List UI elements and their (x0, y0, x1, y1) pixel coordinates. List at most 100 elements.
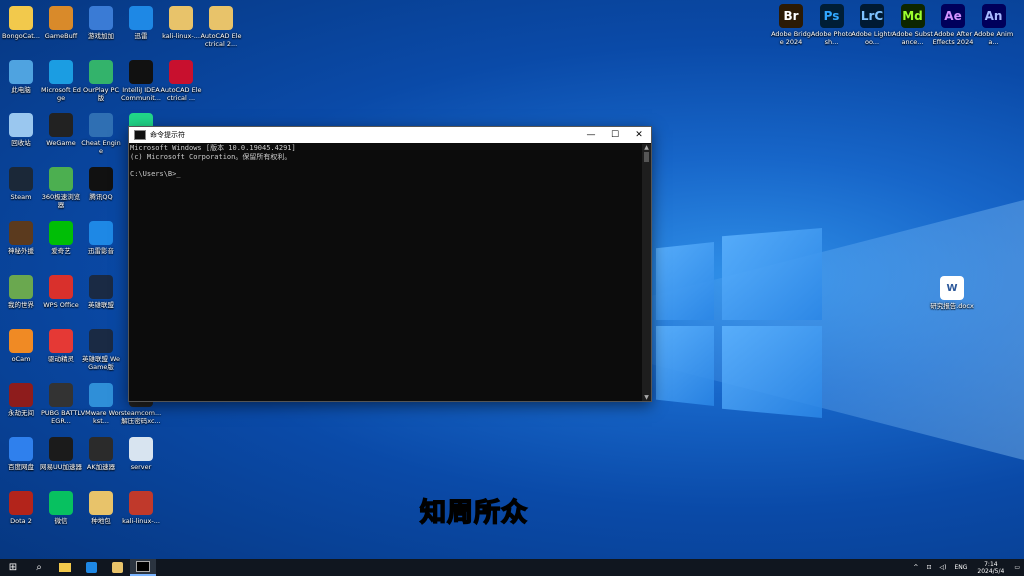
desktop-icon[interactable]: oCam (0, 329, 42, 363)
desktop-icon-label: 迅雷影音 (88, 247, 114, 255)
desktop-icon[interactable]: Microsoft Edge (40, 60, 82, 102)
steam-icon (9, 167, 33, 191)
desktop-icon[interactable]: kali-linux-... (160, 6, 202, 40)
command-prompt-window[interactable]: 命令提示符 — ☐ ✕ Microsoft Windows [版本 10.0.1… (128, 126, 652, 402)
desktop-icon-label: 百度网盘 (8, 463, 34, 471)
desktop-icon-label: PUBG BATTLEGR... (41, 409, 81, 425)
window-titlebar[interactable]: 命令提示符 — ☐ ✕ (129, 127, 651, 143)
vertical-scrollbar[interactable]: ▲ ▼ (642, 144, 651, 401)
taskbar-thunder[interactable] (78, 559, 104, 576)
scroll-up-icon[interactable]: ▲ (642, 144, 651, 151)
scroll-down-icon[interactable]: ▼ (642, 394, 651, 401)
language-indicator[interactable]: ENG (954, 564, 967, 571)
adobe-an-shortcut[interactable]: An Adobe Anima... (973, 4, 1015, 46)
adobe-md-shortcut[interactable]: Md Adobe Substance... (892, 4, 934, 46)
maximize-button[interactable]: ☐ (603, 127, 627, 143)
desktop-icon[interactable]: WeGame (40, 113, 82, 147)
lol-wegame-icon (89, 329, 113, 353)
file-icon (129, 437, 153, 461)
adobe-ps-shortcut[interactable]: Ps Adobe Photosh... (811, 4, 853, 46)
adobe-lrc-shortcut[interactable]: LrC Adobe Lightroo... (851, 4, 893, 46)
desktop-icon[interactable]: 360极速浏览器 (40, 167, 82, 209)
desktop-icon-label: oCam (11, 355, 31, 363)
desktop-icon[interactable]: IntelliJ IDEA Communit... (120, 60, 162, 102)
console-output[interactable]: Microsoft Windows [版本 10.0.19045.4291] (… (130, 144, 641, 401)
minimize-button[interactable]: — (579, 127, 603, 143)
desktop-icon[interactable]: 永劫无间 (0, 383, 42, 417)
volume-icon[interactable]: ◁) (939, 564, 946, 571)
desktop-icon-label: AK加速器 (86, 463, 116, 471)
desktop-icon-label: 永劫无间 (8, 409, 34, 417)
desktop-icon[interactable]: 微信 (40, 491, 82, 525)
desktop-icon[interactable]: GameBuff (40, 6, 82, 40)
taskbar-file-explorer[interactable] (52, 559, 78, 576)
desktop-icon[interactable]: 迅雷 (120, 6, 162, 40)
desktop-icon[interactable]: PUBG BATTLEGR... (40, 383, 82, 425)
start-button[interactable]: ⊞ (0, 559, 26, 576)
pubg-icon (49, 383, 73, 407)
desktop-icon[interactable]: 爱奇艺 (40, 221, 82, 255)
desktop-icon[interactable]: AutoCAD Electrical 2... (200, 6, 242, 48)
adobe-br-icon: Br (779, 4, 803, 28)
desktop-icon-label: BongoCat... (2, 32, 40, 40)
thunder-player-icon (89, 221, 113, 245)
taskbar-app[interactable] (104, 559, 130, 576)
wechat-icon (49, 491, 73, 515)
adobe-br-shortcut[interactable]: Br Adobe Bridge 2024 (770, 4, 812, 46)
desktop-icon[interactable]: 百度网盘 (0, 437, 42, 471)
desktop-icon[interactable]: 驱动精灵 (40, 329, 82, 363)
taskbar-command-prompt[interactable] (130, 559, 156, 576)
desktop-icon[interactable]: 神秘外援 (0, 221, 42, 255)
desktop-icon[interactable]: AK加速器 (80, 437, 122, 471)
desktop-icon-label: 我的世界 (8, 301, 34, 309)
desktop-icon[interactable]: kali-linux-... (120, 491, 162, 525)
desktop-icon-label: 此电脑 (11, 86, 31, 94)
network-icon[interactable]: ⊡ (926, 564, 931, 571)
adobe-ps-icon: Ps (819, 4, 844, 28)
desktop-icon[interactable]: WPS Office (40, 275, 82, 309)
adobe-md-icon: Md (900, 4, 925, 28)
clock[interactable]: 7:14 2024/5/4 (977, 561, 1004, 575)
desktop-icon-label: 游戏加加 (88, 32, 114, 40)
desktop-icon[interactable]: 网易UU加速器 (40, 437, 82, 471)
desktop-icon-label: IntelliJ IDEA Communit... (121, 86, 161, 102)
tray-chevron-icon[interactable]: ^ (913, 564, 918, 571)
lol-icon (89, 275, 113, 299)
uu-icon (49, 437, 73, 461)
vmware-icon (89, 383, 113, 407)
desktop-icon-label: Microsoft Edge (41, 86, 81, 102)
desktop-icon[interactable]: Cheat Engine (80, 113, 122, 155)
desktop-icon[interactable]: 迅雷影音 (80, 221, 122, 255)
desktop-icon[interactable]: 种地包 (80, 491, 122, 525)
adobe-ae-shortcut[interactable]: Ae Adobe After Effects 2024 (932, 4, 974, 46)
minecraft-icon (9, 275, 33, 299)
desktop-icon-label: 微信 (54, 517, 68, 525)
desktop-icon[interactable]: 回收站 (0, 113, 42, 147)
scrollbar-thumb[interactable] (644, 152, 649, 162)
desktop-icon-label: kali-linux-... (122, 517, 160, 525)
desktop-icon[interactable]: VMware Workst... (80, 383, 122, 425)
folder-icon (209, 6, 233, 30)
desktop-icon[interactable]: 英雄联盟 WeGame版 (80, 329, 122, 371)
desktop-file-research-report[interactable]: W 研究报告.docx (930, 276, 974, 310)
desktop-icon[interactable]: 此电脑 (0, 60, 42, 94)
clock-date: 2024/5/4 (977, 567, 1005, 575)
wegame-icon (49, 113, 73, 137)
desktop-icon[interactable]: OurPlay PC版 (80, 60, 122, 102)
desktop-icon[interactable]: AutoCAD Electrical ... (160, 60, 202, 102)
close-button[interactable]: ✕ (627, 127, 651, 143)
desktop-icon[interactable]: Dota 2 (0, 491, 42, 525)
desktop-icon[interactable]: 游戏加加 (80, 6, 122, 40)
desktop-icon[interactable]: server (120, 437, 162, 471)
desktop-icon[interactable]: Steam (0, 167, 42, 201)
desktop-icon-label: Dota 2 (10, 517, 32, 525)
desktop-icon-label: 英雄联盟 (88, 301, 114, 309)
desktop-icon[interactable]: 我的世界 (0, 275, 42, 309)
desktop-icon[interactable]: BongoCat... (0, 6, 42, 40)
desktop-icon[interactable]: 英雄联盟 (80, 275, 122, 309)
gamebuff-icon (49, 6, 73, 30)
desktop-icon[interactable]: 腾讯QQ (80, 167, 122, 201)
file-icon (89, 491, 113, 515)
search-button[interactable]: ⌕ (26, 559, 52, 576)
notification-icon[interactable]: ▭ (1014, 564, 1020, 571)
